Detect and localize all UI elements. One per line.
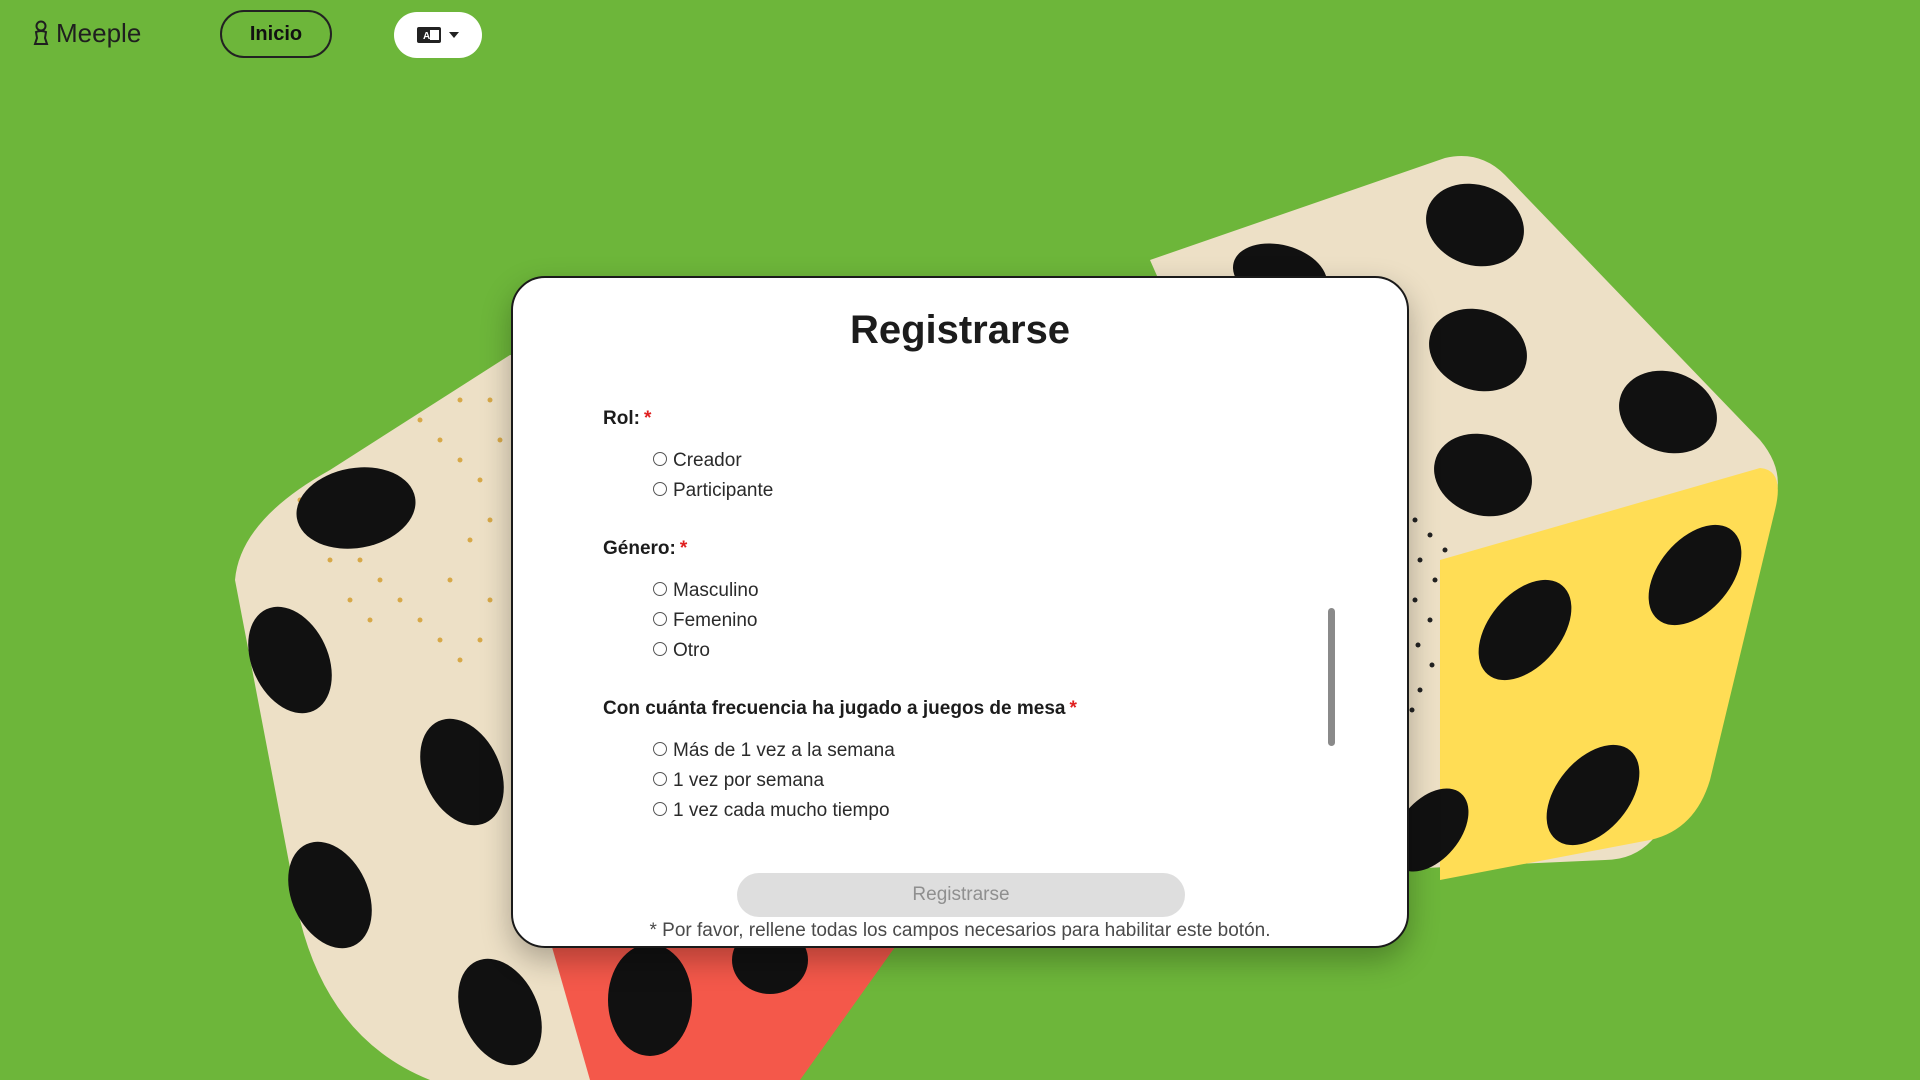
radio-option[interactable]: Creador: [653, 450, 742, 472]
register-submit-button[interactable]: Registrarse: [737, 873, 1185, 917]
chevron-down-icon: [449, 32, 459, 38]
radio-option[interactable]: 1 vez por semana: [653, 770, 824, 792]
radio-button[interactable]: [653, 612, 667, 626]
form-hint-text: * Por favor, rellene todas los campos ne…: [649, 920, 1271, 941]
radio-button[interactable]: [653, 772, 667, 786]
radio-button[interactable]: [653, 742, 667, 756]
radio-option[interactable]: Femenino: [653, 610, 758, 632]
radio-option[interactable]: Participante: [653, 480, 773, 502]
question-frequency: Con cuánta frecuencia ha jugado a juegos…: [603, 698, 1077, 821]
question-gender: Género: * Masculino Femenino Otro: [603, 538, 759, 661]
required-asterisk: *: [679, 538, 688, 559]
svg-text:A: A: [423, 31, 430, 42]
radio-button[interactable]: [653, 582, 667, 596]
radio-button[interactable]: [653, 802, 667, 816]
scrollbar-thumb[interactable]: [1328, 608, 1335, 746]
meeple-pawn-icon: [33, 20, 49, 45]
radio-option[interactable]: Más de 1 vez a la semana: [653, 740, 895, 762]
required-asterisk: *: [643, 408, 652, 429]
radio-button[interactable]: [653, 482, 667, 496]
page-title: Registrarse: [849, 308, 1071, 352]
register-card: Registrarse Rol: * Creador Participante G…: [511, 276, 1409, 948]
radio-option[interactable]: Masculino: [653, 580, 759, 602]
question-role: Rol: * Creador Participante: [603, 408, 773, 501]
question-label: Con cuánta frecuencia ha jugado a juegos…: [603, 698, 1077, 719]
question-label: Rol: *: [603, 408, 652, 429]
radio-button[interactable]: [653, 452, 667, 466]
radio-option[interactable]: Otro: [653, 640, 710, 662]
brand-logo-link[interactable]: Meeple: [32, 18, 141, 49]
question-label: Género: *: [603, 538, 688, 559]
scroll-area-bottom-mask: [513, 830, 1407, 870]
radio-option[interactable]: 1 vez cada mucho tiempo: [653, 800, 890, 822]
language-dropdown[interactable]: A: [394, 12, 482, 58]
language-icon: A: [417, 27, 441, 43]
radio-button[interactable]: [653, 642, 667, 656]
required-asterisk: *: [1069, 698, 1077, 719]
top-navbar: Meeple Inicio A: [0, 0, 1920, 72]
brand-name: Meeple: [56, 18, 142, 48]
home-button[interactable]: Inicio: [220, 10, 332, 58]
